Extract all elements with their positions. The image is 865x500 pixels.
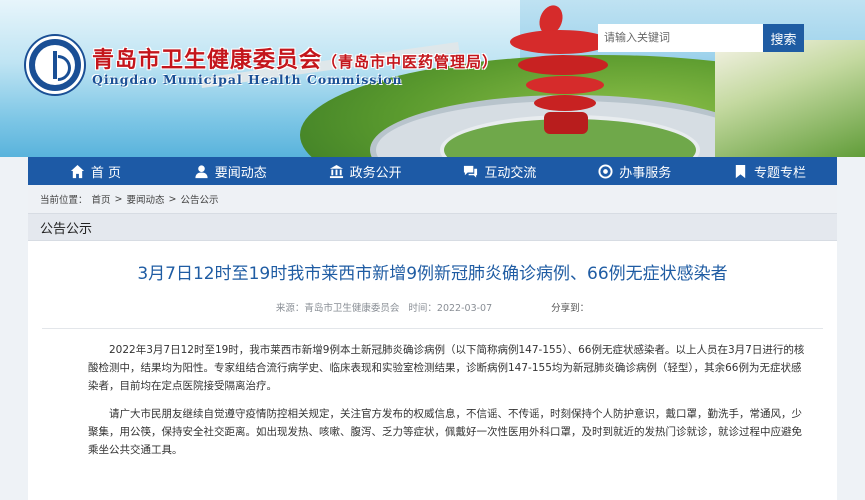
search-box: 搜索	[598, 24, 804, 52]
main-nav: 首 页 要闻动态 政务公开 互动交流 办事服务 专题专栏	[28, 157, 837, 185]
nav-label: 办事服务	[619, 165, 672, 181]
breadcrumb-prefix: 当前位置：	[40, 195, 88, 206]
chat-icon	[464, 165, 478, 178]
time-label: 时间：	[408, 303, 437, 314]
nav-item-topics[interactable]: 专题专栏	[702, 157, 837, 185]
nav-item-gov-affairs[interactable]: 政务公开	[298, 157, 433, 185]
nav-item-interaction[interactable]: 互动交流	[432, 157, 567, 185]
nav-label: 互动交流	[484, 165, 537, 181]
divider	[42, 328, 823, 329]
park-decoration	[715, 40, 865, 157]
breadcrumb-item-home[interactable]: 首页	[92, 192, 111, 206]
bank-icon	[329, 164, 343, 178]
site-title[interactable]: 青岛市卫生健康委员会（青岛市中医药管理局）	[92, 42, 498, 74]
site-title-sub: （青岛市中医药管理局）	[322, 53, 499, 71]
article-paragraph: 2022年3月7日12时至19时，我市莱西市新增9例本土新冠肺炎确诊病例（以下简…	[88, 344, 805, 392]
source-value: 青岛市卫生健康委员会	[304, 303, 400, 314]
article-meta: 来源：青岛市卫生健康委员会 时间：2022-03-07 分享到：	[28, 300, 837, 314]
breadcrumb: 当前位置： 首页 > 要闻动态 > 公告公示	[28, 185, 837, 213]
nav-label: 首 页	[90, 165, 121, 181]
breadcrumb-separator: >	[168, 193, 177, 205]
site-title-main: 青岛市卫生健康委员会	[92, 47, 323, 73]
search-button[interactable]: 搜索	[763, 24, 804, 52]
breadcrumb-item-news[interactable]: 要闻动态	[127, 192, 165, 206]
nav-item-news[interactable]: 要闻动态	[163, 157, 298, 185]
share-label[interactable]: 分享到：	[551, 303, 589, 314]
user-icon	[195, 164, 208, 178]
article-paragraph: 请广大市民朋友继续自觉遵守疫情防控相关规定，关注官方发布的权威信息，不信谣、不传…	[88, 408, 802, 456]
section-title: 公告公示	[28, 213, 837, 241]
site-title-english: Qingdao Municipal Health Commission	[92, 72, 403, 87]
header-banner: 青岛市卫生健康委员会（青岛市中医药管理局） Qingdao Municipal …	[0, 0, 865, 157]
source-label: 来源：	[275, 303, 305, 314]
breadcrumb-item-notices[interactable]: 公告公示	[180, 192, 218, 206]
search-input[interactable]	[598, 24, 763, 52]
article-title: 3月7日12时至19时我市莱西市新增9例新冠肺炎确诊病例、66例无症状感染者	[137, 264, 728, 284]
time-value: 2022-03-07	[436, 303, 493, 314]
may-wind-sculpture	[500, 0, 630, 140]
nav-item-home[interactable]: 首 页	[28, 157, 163, 185]
nav-item-services[interactable]: 办事服务	[567, 157, 702, 185]
emblem-logo[interactable]	[26, 36, 84, 94]
service-icon	[598, 163, 613, 179]
home-icon	[70, 164, 84, 178]
breadcrumb-separator: >	[114, 193, 123, 205]
nav-label: 专题专栏	[754, 165, 807, 181]
bookmark-icon	[735, 164, 746, 178]
content-panel: 当前位置： 首页 > 要闻动态 > 公告公示 公告公示 3月7日12时至19时我…	[28, 185, 837, 500]
emblem-inner-icon	[35, 45, 75, 85]
nav-label: 要闻动态	[214, 165, 267, 181]
nav-label: 政务公开	[349, 165, 402, 181]
caduceus-icon	[53, 51, 57, 79]
